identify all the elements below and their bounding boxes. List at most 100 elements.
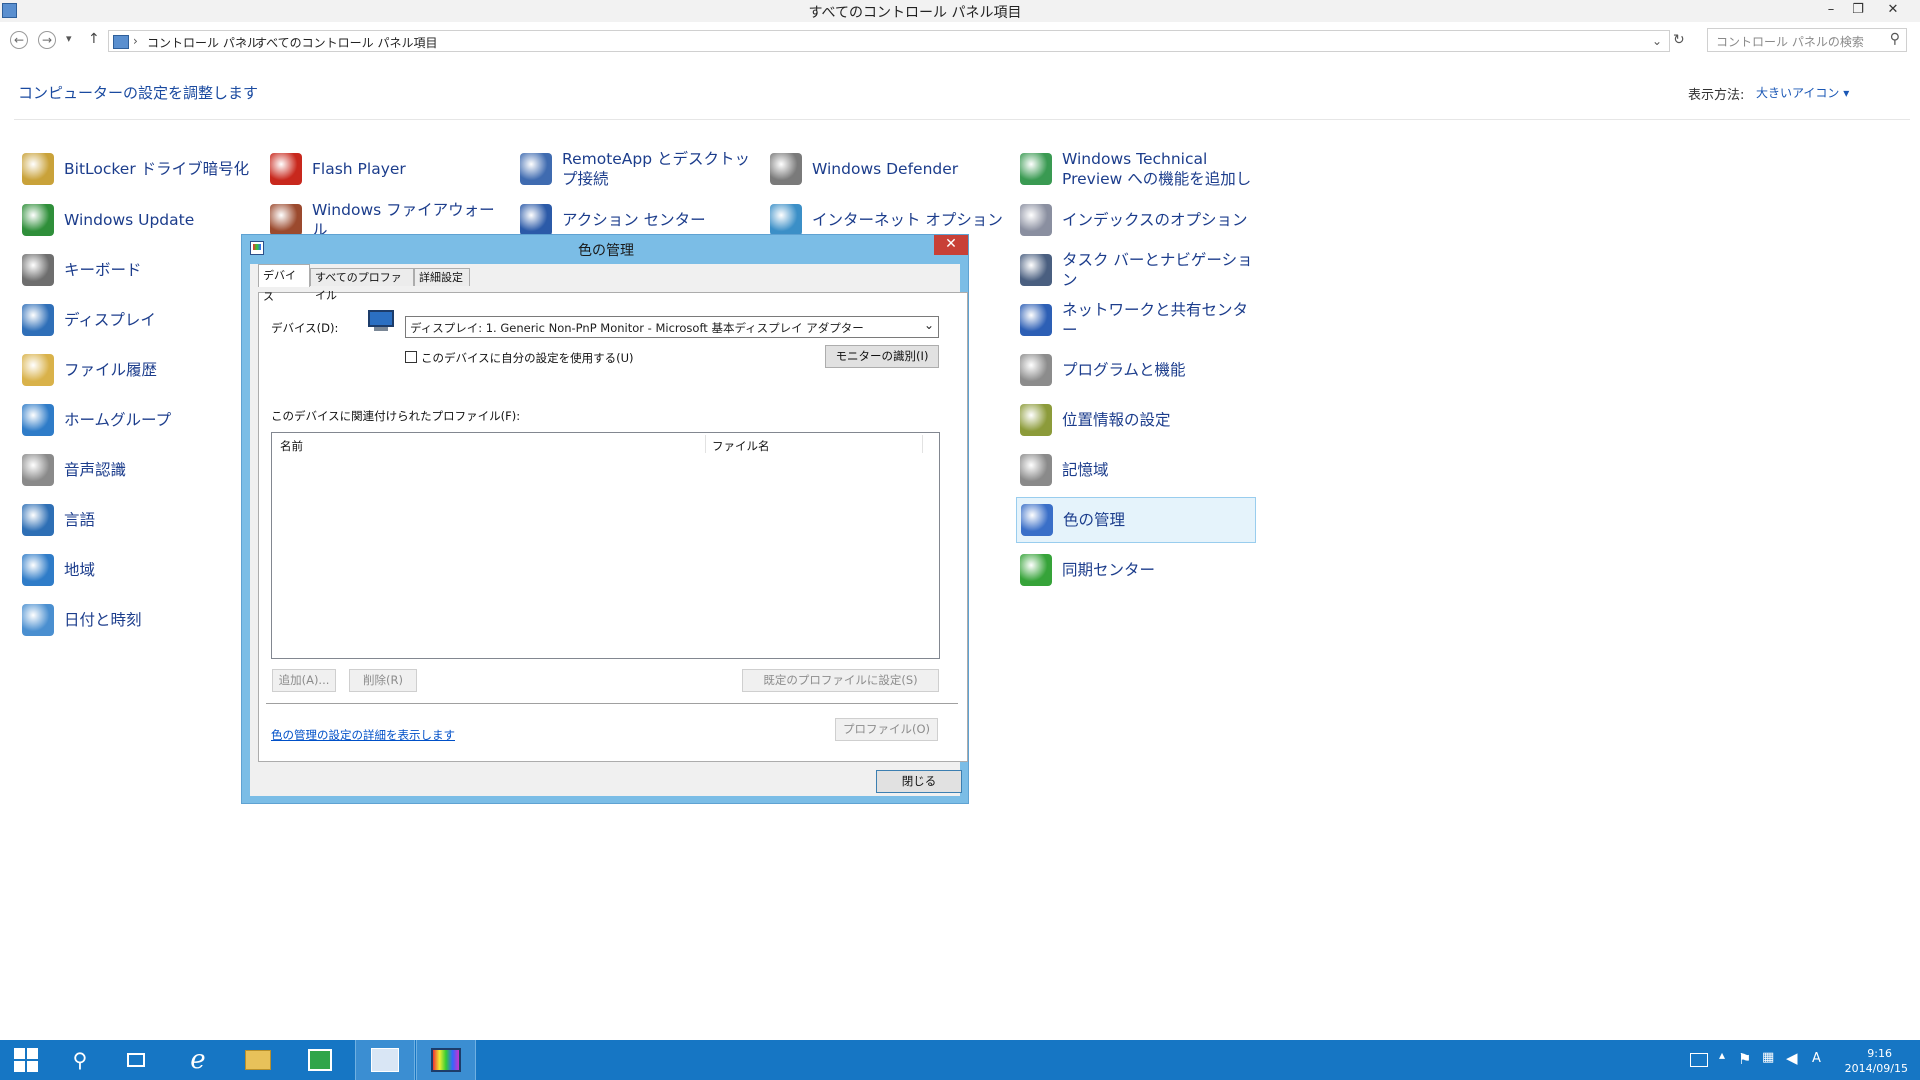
view-by-label: 表示方法:: [1688, 88, 1745, 103]
cp-item-network[interactable]: ネットワークと共有センター: [1016, 297, 1256, 343]
cp-item-label: キーボード: [64, 261, 142, 279]
cp-item-defender[interactable]: Windows Defender: [766, 146, 1006, 192]
cp-item-label: ネットワークと共有センター: [1062, 301, 1249, 339]
set-default-profile-button[interactable]: 既定のプロファイルに設定(S): [742, 669, 939, 692]
breadcrumb-all-items[interactable]: すべてのコントロール パネル項目: [255, 34, 438, 51]
task-view-button[interactable]: [110, 1040, 162, 1080]
minimize-button[interactable]: –: [1818, 0, 1844, 20]
search-taskbar-button[interactable]: ⚲: [54, 1040, 106, 1080]
cp-item-bitlocker[interactable]: BitLocker ドライブ暗号化: [18, 146, 258, 192]
refresh-button[interactable]: ↻: [1673, 32, 1685, 48]
cp-item-label: ファイル履歴: [64, 361, 158, 379]
cp-item-label: Windows Update: [64, 211, 195, 229]
forward-button[interactable]: →: [38, 31, 56, 49]
ime-indicator[interactable]: A: [1812, 1051, 1821, 1066]
cp-item-speech[interactable]: 音声認識: [18, 447, 258, 493]
use-my-settings-label[interactable]: このデバイスに自分の設定を使用する(U): [421, 350, 634, 366]
cp-item-label: 地域: [64, 561, 96, 579]
tab-devices[interactable]: デバイス: [258, 264, 310, 303]
use-my-settings-checkbox[interactable]: [405, 351, 417, 363]
up-button[interactable]: ↑: [88, 31, 100, 47]
cp-item-taskbar-nav[interactable]: タスク バーとナビゲーション: [1016, 247, 1256, 293]
cp-item-label: 音声認識: [64, 461, 127, 479]
column-header-filename[interactable]: ファイル名: [712, 438, 770, 454]
cp-item-file-history[interactable]: ファイル履歴: [18, 347, 258, 393]
cp-item-flash-player[interactable]: Flash Player: [266, 146, 506, 192]
control-panel-taskbar-button[interactable]: [355, 1040, 415, 1080]
remove-button[interactable]: 削除(R): [349, 669, 417, 692]
cp-item-programs[interactable]: プログラムと機能: [1016, 347, 1256, 393]
network-icon: [1020, 304, 1052, 336]
search-placeholder: コントロール パネルの検索: [1716, 35, 1864, 49]
cp-item-label: 日付と時刻: [64, 611, 142, 629]
homegroup-icon: [22, 404, 54, 436]
cp-item-storage[interactable]: 記憶域: [1016, 447, 1256, 493]
clock-date[interactable]: 2014/09/15: [1836, 1062, 1908, 1075]
cp-item-language[interactable]: 言語: [18, 497, 258, 543]
cp-item-location[interactable]: 位置情報の設定: [1016, 397, 1256, 443]
magnifier-icon: ⚲: [72, 1048, 88, 1072]
search-input[interactable]: コントロール パネルの検索 ⚲: [1707, 28, 1907, 52]
color-management-taskbar-button[interactable]: [416, 1040, 476, 1080]
cp-item-display[interactable]: ディスプレイ: [18, 297, 258, 343]
cp-item-keyboard[interactable]: キーボード: [18, 247, 258, 293]
start-button[interactable]: [0, 1040, 52, 1080]
profile-list[interactable]: 名前 ファイル名: [271, 432, 940, 659]
cp-item-indexing[interactable]: インデックスのオプション: [1016, 197, 1256, 243]
restore-button[interactable]: ❐: [1845, 0, 1871, 20]
device-select[interactable]: ディスプレイ: 1. Generic Non-PnP Monitor - Mic…: [405, 316, 939, 338]
tab-all-profiles[interactable]: すべてのプロファイル: [310, 268, 414, 302]
view-by-dropdown[interactable]: 大きいアイコン ▾: [1756, 84, 1849, 101]
cp-item-region[interactable]: 地域: [18, 547, 258, 593]
cp-item-label: Flash Player: [312, 160, 406, 178]
profiles-button[interactable]: プロファイル(O): [835, 718, 938, 741]
cp-item-label: タスク バーとナビゲーション: [1062, 251, 1253, 289]
back-button[interactable]: ←: [10, 31, 28, 49]
cp-item-date-time[interactable]: 日付と時刻: [18, 597, 258, 643]
cp-item-remoteapp[interactable]: RemoteApp とデスクトップ接続: [516, 146, 756, 192]
internet-explorer-button[interactable]: e: [172, 1040, 224, 1080]
cp-item-color-management[interactable]: 色の管理: [1016, 497, 1256, 543]
sync-center-icon: [1020, 554, 1052, 586]
device-select-value: ディスプレイ: 1. Generic Non-PnP Monitor - Mic…: [410, 321, 864, 335]
dialog-close-icon[interactable]: ✕: [934, 235, 968, 255]
cp-item-label: アクション センター: [562, 211, 706, 229]
file-explorer-button[interactable]: [232, 1040, 284, 1080]
color-management-icon: [431, 1048, 461, 1072]
recent-locations-icon[interactable]: ▾: [66, 32, 72, 45]
column-header-name[interactable]: 名前: [280, 438, 303, 454]
tab-advanced[interactable]: 詳細設定: [414, 268, 470, 286]
cp-item-label: 位置情報の設定: [1062, 411, 1171, 429]
volume-icon[interactable]: ◀: [1786, 1049, 1798, 1067]
notification-icon[interactable]: [1690, 1053, 1708, 1067]
address-dropdown-icon[interactable]: ⌄: [1652, 34, 1662, 48]
network-icon[interactable]: ▦: [1762, 1050, 1774, 1065]
flag-icon[interactable]: ⚑: [1738, 1050, 1751, 1068]
show-hidden-icons-icon[interactable]: ▴: [1719, 1048, 1725, 1062]
folder-icon: [245, 1050, 271, 1070]
cp-item-label: 言語: [64, 511, 96, 529]
remoteapp-icon: [520, 153, 552, 185]
cp-item-windows-update[interactable]: Windows Update: [18, 197, 258, 243]
store-icon: [308, 1049, 332, 1071]
window-close-button[interactable]: ✕: [1880, 0, 1906, 20]
cp-item-label: 記憶域: [1062, 461, 1109, 479]
close-button[interactable]: 閉じる: [876, 770, 962, 793]
device-label: デバイス(D):: [271, 321, 339, 335]
date-time-icon: [22, 604, 54, 636]
chevron-down-icon: ⌄: [923, 318, 934, 332]
taskbar: ⚲ e ▴ ⚑ ▦ ◀ A: [0, 1040, 1920, 1080]
speech-icon: [22, 454, 54, 486]
clock-time[interactable]: 9:16: [1850, 1047, 1892, 1060]
storage-icon: [1020, 454, 1052, 486]
cp-item-sync-center[interactable]: 同期センター: [1016, 547, 1256, 593]
cp-item-add-features[interactable]: Windows Technical Preview への機能を追加しま: [1016, 146, 1256, 192]
add-button[interactable]: 追加(A)...: [272, 669, 336, 692]
cp-item-homegroup[interactable]: ホームグループ: [18, 397, 258, 443]
identify-monitors-button[interactable]: モニターの識別(I): [825, 345, 939, 368]
address-bar[interactable]: › コントロール パネル › すべてのコントロール パネル項目 ⌄: [108, 30, 1670, 52]
store-button[interactable]: [294, 1040, 346, 1080]
advanced-settings-link[interactable]: 色の管理の設定の詳細を表示します: [271, 727, 455, 743]
cp-item-label: Windows Defender: [812, 160, 959, 178]
programs-icon: [1020, 354, 1052, 386]
